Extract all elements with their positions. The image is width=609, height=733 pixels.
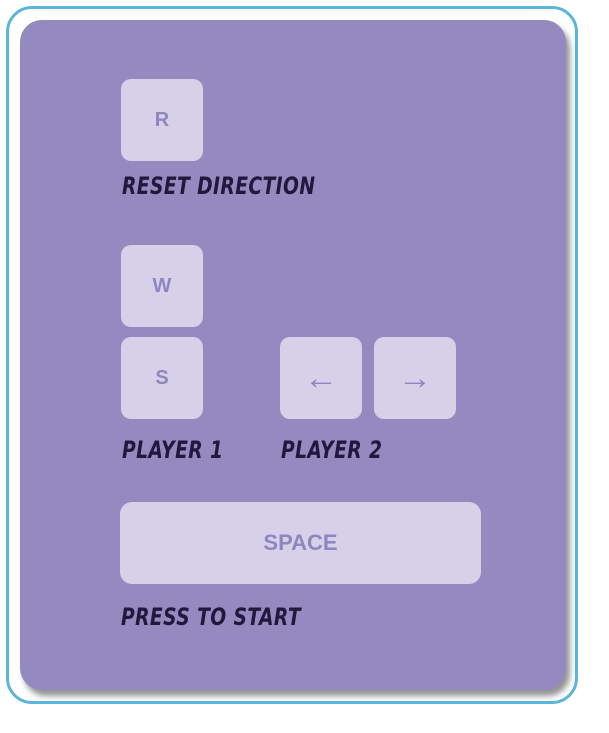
player-2-label: PLAYER 2 [281, 436, 383, 464]
right-arrow-key[interactable]: → [374, 337, 456, 419]
w-key[interactable]: W [121, 245, 203, 327]
press-to-start-label: PRESS TO START [121, 603, 302, 631]
s-key[interactable]: S [121, 337, 203, 419]
player-1-label: PLAYER 1 [122, 436, 224, 464]
reset-direction-label: RESET DIRECTION [122, 172, 316, 200]
reset-key[interactable]: R [121, 79, 203, 161]
space-key[interactable]: SPACE [120, 502, 481, 584]
controls-panel: R RESET DIRECTION W S PLAYER 1 ← → PLAYE… [20, 20, 566, 690]
left-arrow-key[interactable]: ← [280, 337, 362, 419]
